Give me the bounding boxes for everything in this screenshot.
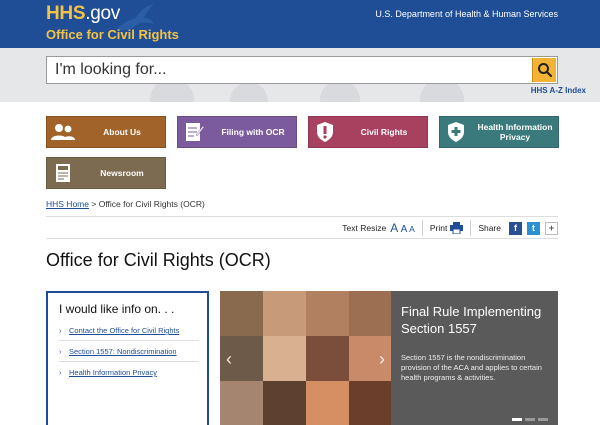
chevron-left-icon[interactable]: ‹ [226,349,232,370]
info-link-label: Section 1557: Nondiscrimination [69,347,177,356]
hhs-logo[interactable]: HHS.gov [46,3,120,25]
printer-icon[interactable] [450,222,464,234]
face-photo [263,381,306,425]
info-link-label: Health Information Privacy [69,368,157,377]
chevron-right-icon: › [59,368,62,377]
carousel-caption: Final Rule Implementing Section 1557 Sec… [391,291,558,425]
site-header: HHS.gov Office for Civil Rights U.S. Dep… [0,0,600,48]
face-photo [263,336,306,381]
tile-newsroom[interactable]: Newsroom [46,157,166,189]
face-photo [306,336,349,381]
divider [46,216,558,217]
carousel-indicators [512,418,548,421]
tile-label: Newsroom [100,168,144,178]
logo-main-text: HHS [46,3,86,24]
decorative-circle [230,82,268,102]
face-photo [349,381,391,425]
carousel-image[interactable]: ‹ › [220,291,391,425]
tile-health-information-privacy[interactable]: Health Information Privacy [439,116,559,148]
text-resize-buttons[interactable]: A A A [390,221,415,235]
people-icon [51,124,75,140]
info-box: I would like info on. . . › Contact the O… [46,291,209,425]
search-button[interactable] [532,58,556,82]
tile-label: Civil Rights [360,127,408,137]
info-link-contact[interactable]: › Contact the Office for Civil Rights [59,326,199,335]
search-icon [538,63,553,78]
text-size-small[interactable]: A [409,224,415,234]
carousel-body: Section 1557 is the nondiscrimination pr… [401,353,542,382]
info-link-label: Contact the Office for Civil Rights [69,326,180,335]
az-index-link[interactable]: HHS A-Z Index [531,86,586,95]
share-more-button[interactable]: + [545,221,558,235]
breadcrumb-current: Office for Civil Rights (OCR) [98,199,205,209]
face-photo [306,291,349,336]
carousel-dot[interactable] [538,418,548,421]
face-photo [349,291,391,336]
carousel-title[interactable]: Final Rule Implementing Section 1557 [401,303,558,337]
department-name[interactable]: U.S. Department of Health & Human Servic… [375,9,558,19]
office-title[interactable]: Office for Civil Rights [46,27,179,42]
page-title: Office for Civil Rights (OCR) [46,250,271,270]
twitter-icon[interactable]: t [527,221,540,235]
tile-label: Filing with OCR [221,127,285,137]
face-photo [220,291,263,336]
form-icon [186,123,204,141]
tile-label: Health Information Privacy [477,122,553,142]
tile-about-us[interactable]: About Us [46,116,166,148]
breadcrumb: HHS Home > Office for Civil Rights (OCR) [46,199,205,209]
carousel-dot[interactable] [512,418,522,421]
chevron-right-icon: › [59,326,62,335]
chevron-right-icon: › [59,347,62,356]
search-placeholder: I'm looking for... [55,61,167,78]
info-link-health-privacy[interactable]: › Health Information Privacy [59,368,199,377]
divider [46,238,558,239]
divider [59,340,199,341]
breadcrumb-separator: > [91,199,97,209]
newspaper-icon [56,164,70,182]
info-link-section-1557[interactable]: › Section 1557: Nondiscrimination [59,347,199,356]
divider [59,361,199,362]
text-size-medium[interactable]: A [401,224,408,235]
shield-cross-icon [448,122,464,142]
tile-filing-with-ocr[interactable]: Filing with OCR [177,116,297,148]
face-photo [220,381,263,425]
shield-icon [317,122,333,142]
print-label[interactable]: Print [430,223,447,233]
face-photo [263,291,306,336]
face-photo [306,381,349,425]
breadcrumb-home-link[interactable]: HHS Home [46,199,89,209]
tile-label: About Us [103,127,141,137]
tile-civil-rights[interactable]: Civil Rights [308,116,428,148]
info-box-title: I would like info on. . . [59,302,175,316]
divider [470,220,472,236]
page-tools: Text Resize A A A Print Share f t + [342,220,558,236]
facebook-icon[interactable]: f [509,221,522,235]
search-input[interactable]: I'm looking for... [46,56,558,84]
carousel-dot[interactable] [525,418,535,421]
text-size-large[interactable]: A [390,221,398,235]
share-label: Share [478,223,501,233]
text-resize-label: Text Resize [342,223,387,233]
divider [421,220,423,236]
chevron-right-icon[interactable]: › [379,349,385,370]
